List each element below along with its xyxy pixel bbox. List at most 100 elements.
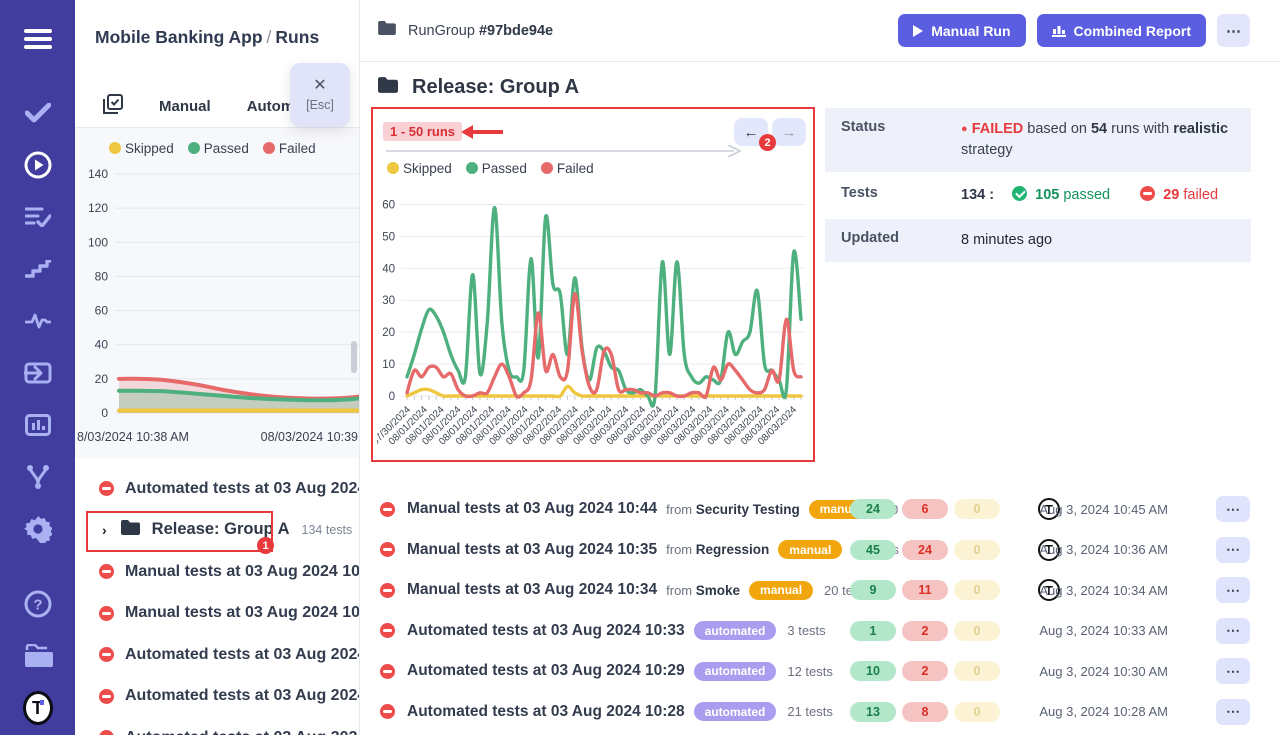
- run-date: Aug 3, 2024 10:34 AM: [1039, 583, 1168, 598]
- run-title: Automated tests at 03 Aug 2024 10:33: [407, 622, 685, 640]
- run-row[interactable]: Automated tests at 03 Aug 2024 10:33 aut…: [370, 611, 1260, 652]
- legend-passed[interactable]: Passed: [188, 141, 249, 156]
- annotation-arrow-icon: [459, 124, 503, 140]
- reports-icon[interactable]: [23, 410, 53, 440]
- result-pills: 13 8 0: [850, 702, 1000, 722]
- panel-scrollbar[interactable]: [351, 341, 357, 373]
- skipped-dot-icon: [387, 162, 399, 174]
- run-title: Automated tests at 03 Aug 2024: [125, 729, 360, 735]
- branches-icon[interactable]: [23, 462, 53, 492]
- run-group-item[interactable]: › Release: Group A 134 tests54 r: [75, 509, 360, 551]
- run-tests-count: 3 tests: [787, 623, 825, 638]
- runs-list-top: Automated tests at 03 Aug 2024 10: [75, 468, 360, 510]
- tests-icon[interactable]: [23, 98, 53, 128]
- run-row[interactable]: Manual tests at 03 Aug 2024 10:35 from R…: [370, 530, 1260, 571]
- help-icon[interactable]: ?: [23, 589, 53, 619]
- row-more-button[interactable]: ⋯: [1216, 618, 1250, 644]
- status-value: ● FAILED based on 54 runs with realistic…: [961, 119, 1251, 161]
- menu-icon[interactable]: [23, 24, 53, 54]
- bar-chart-icon: [1052, 24, 1066, 37]
- run-row[interactable]: Automated tests at 03 Aug 2024 10:29 aut…: [370, 651, 1260, 692]
- tab-manual[interactable]: Manual: [159, 98, 211, 115]
- import-icon[interactable]: [23, 358, 53, 388]
- run-row[interactable]: Automated tests at 03 Aug 2024 10:28 aut…: [370, 692, 1260, 733]
- select-runs-icon[interactable]: [103, 94, 123, 119]
- close-icon[interactable]: ✕: [313, 78, 326, 94]
- sidebar-run-item[interactable]: Automated tests at 03 Aug 2024: [75, 717, 360, 735]
- breadcrumb-project[interactable]: Mobile Banking App: [95, 27, 263, 47]
- legend-failed[interactable]: Failed: [541, 161, 594, 176]
- svg-text:80: 80: [95, 269, 109, 283]
- legend-skipped[interactable]: Skipped: [387, 161, 452, 176]
- failed-status-icon: [380, 583, 395, 598]
- mini-chart-legend: Skipped Passed Failed: [109, 141, 316, 156]
- chevron-right-icon[interactable]: ›: [102, 522, 107, 538]
- run-title: Automated tests at 03 Aug 2024 10: [125, 480, 360, 498]
- failed-pill: 11: [902, 580, 948, 600]
- legend-passed[interactable]: Passed: [466, 161, 527, 176]
- run-row[interactable]: Manual tests at 03 Aug 2024 10:44 from S…: [370, 489, 1260, 530]
- projects-icon[interactable]: [23, 641, 53, 671]
- failed-dot-icon: [263, 142, 275, 154]
- run-type-badge: automated: [694, 702, 777, 721]
- app-logo[interactable]: T: [23, 693, 53, 723]
- main-sidebar: ? T: [0, 0, 75, 735]
- main-chart-svg: 010203040506007/30/202408/01/202408/01/2…: [377, 183, 813, 459]
- topbar-more-button[interactable]: ⋯: [1217, 14, 1250, 47]
- row-more-button[interactable]: ⋯: [1216, 577, 1250, 603]
- scroll-direction-arrow-icon: [386, 145, 742, 157]
- run-source: from Security Testing: [666, 502, 800, 517]
- failed-status-icon: [380, 502, 395, 517]
- failed-dot-icon: [541, 162, 553, 174]
- failed-status-icon: [99, 689, 114, 704]
- run-date: Aug 3, 2024 10:30 AM: [1039, 664, 1168, 679]
- run-row[interactable]: Manual tests at 03 Aug 2024 10:34 from S…: [370, 570, 1260, 611]
- steps-icon[interactable]: [23, 254, 53, 284]
- passed-pill: 45: [850, 540, 896, 560]
- chart-next-page-button[interactable]: →: [772, 118, 806, 146]
- run-group-meta: 134 tests54 r: [302, 523, 360, 537]
- sidebar-run-item[interactable]: Automated tests at 03 Aug 2024 10: [75, 634, 360, 676]
- row-more-button[interactable]: ⋯: [1216, 537, 1250, 563]
- row-more-button[interactable]: ⋯: [1216, 699, 1250, 725]
- runs-icon[interactable]: [23, 150, 53, 180]
- passed-pill: 24: [850, 499, 896, 519]
- row-more-button[interactable]: ⋯: [1216, 496, 1250, 522]
- legend-failed[interactable]: Failed: [263, 141, 316, 156]
- sidebar-run-item[interactable]: Manual tests at 03 Aug 2024 10:42: [75, 593, 360, 635]
- run-type-badge: manual: [749, 581, 813, 600]
- run-type-badge: manual: [778, 540, 842, 559]
- run-title: Manual tests at 03 Aug 2024 10:34: [407, 581, 657, 599]
- combined-report-button[interactable]: Combined Report: [1037, 14, 1206, 47]
- sidebar-run-item[interactable]: Automated tests at 03 Aug 2024 10: [75, 676, 360, 718]
- sidebar-run-item[interactable]: Manual tests at 03 Aug 2024 10:43: [75, 551, 360, 593]
- failed-pill: 24: [902, 540, 948, 560]
- failed-status-icon: [380, 542, 395, 557]
- manual-run-button[interactable]: Manual Run: [898, 14, 1025, 47]
- run-title: Automated tests at 03 Aug 2024 10:28: [407, 703, 685, 721]
- svg-text:8/03/2024 10:38 AM: 8/03/2024 10:38 AM: [77, 430, 189, 444]
- run-group-title: Release: Group A: [152, 520, 290, 539]
- annotation-badge-1: 1: [257, 537, 274, 554]
- topbar-actions: Manual Run Combined Report ⋯: [898, 14, 1250, 47]
- play-icon: [913, 25, 923, 37]
- row-more-button[interactable]: ⋯: [1216, 658, 1250, 684]
- sidebar-run-item[interactable]: Automated tests at 03 Aug 2024 10: [75, 468, 360, 510]
- run-type-badge: automated: [694, 621, 777, 640]
- runs-list-bottom: Manual tests at 03 Aug 2024 10:43 Manual…: [75, 551, 360, 735]
- test-plans-icon[interactable]: [23, 202, 53, 232]
- failed-status-icon: [380, 623, 395, 638]
- settings-icon[interactable]: [23, 514, 53, 544]
- updated-value: 8 minutes ago: [961, 230, 1251, 251]
- analytics-icon[interactable]: [23, 306, 53, 336]
- skipped-pill: 0: [954, 499, 1000, 519]
- breadcrumb-page[interactable]: Runs: [275, 27, 319, 47]
- passed-pill: 1: [850, 621, 896, 641]
- svg-text:20: 20: [95, 372, 109, 386]
- legend-skipped[interactable]: Skipped: [109, 141, 174, 156]
- passed-check-icon: [1012, 186, 1027, 201]
- updated-label: Updated: [841, 230, 961, 251]
- breadcrumb: Mobile Banking App/Runs: [95, 27, 319, 48]
- svg-text:40: 40: [95, 338, 109, 352]
- run-title: Manual tests at 03 Aug 2024 10:42: [125, 604, 360, 622]
